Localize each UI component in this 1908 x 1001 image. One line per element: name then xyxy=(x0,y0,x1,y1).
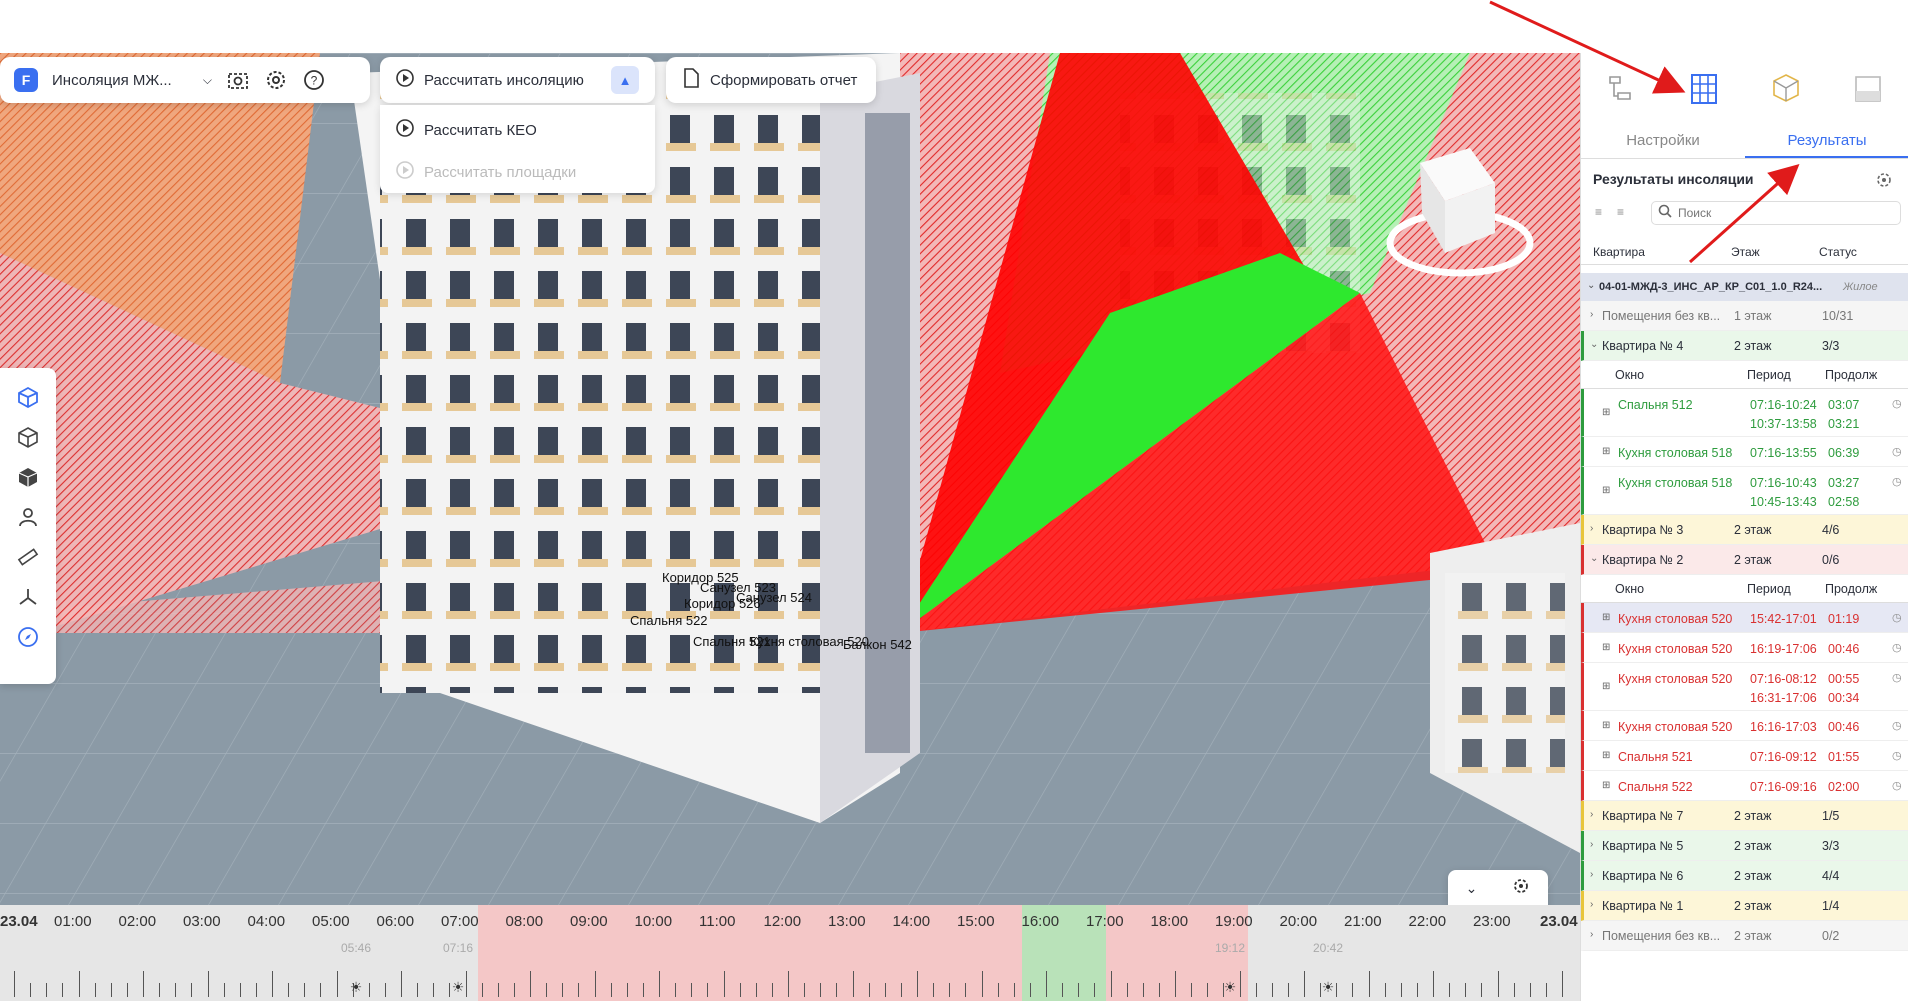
annotation-arrows xyxy=(1489,0,1800,264)
arrow-to-results xyxy=(1688,163,1800,264)
arrow-to-grid xyxy=(1489,0,1686,94)
